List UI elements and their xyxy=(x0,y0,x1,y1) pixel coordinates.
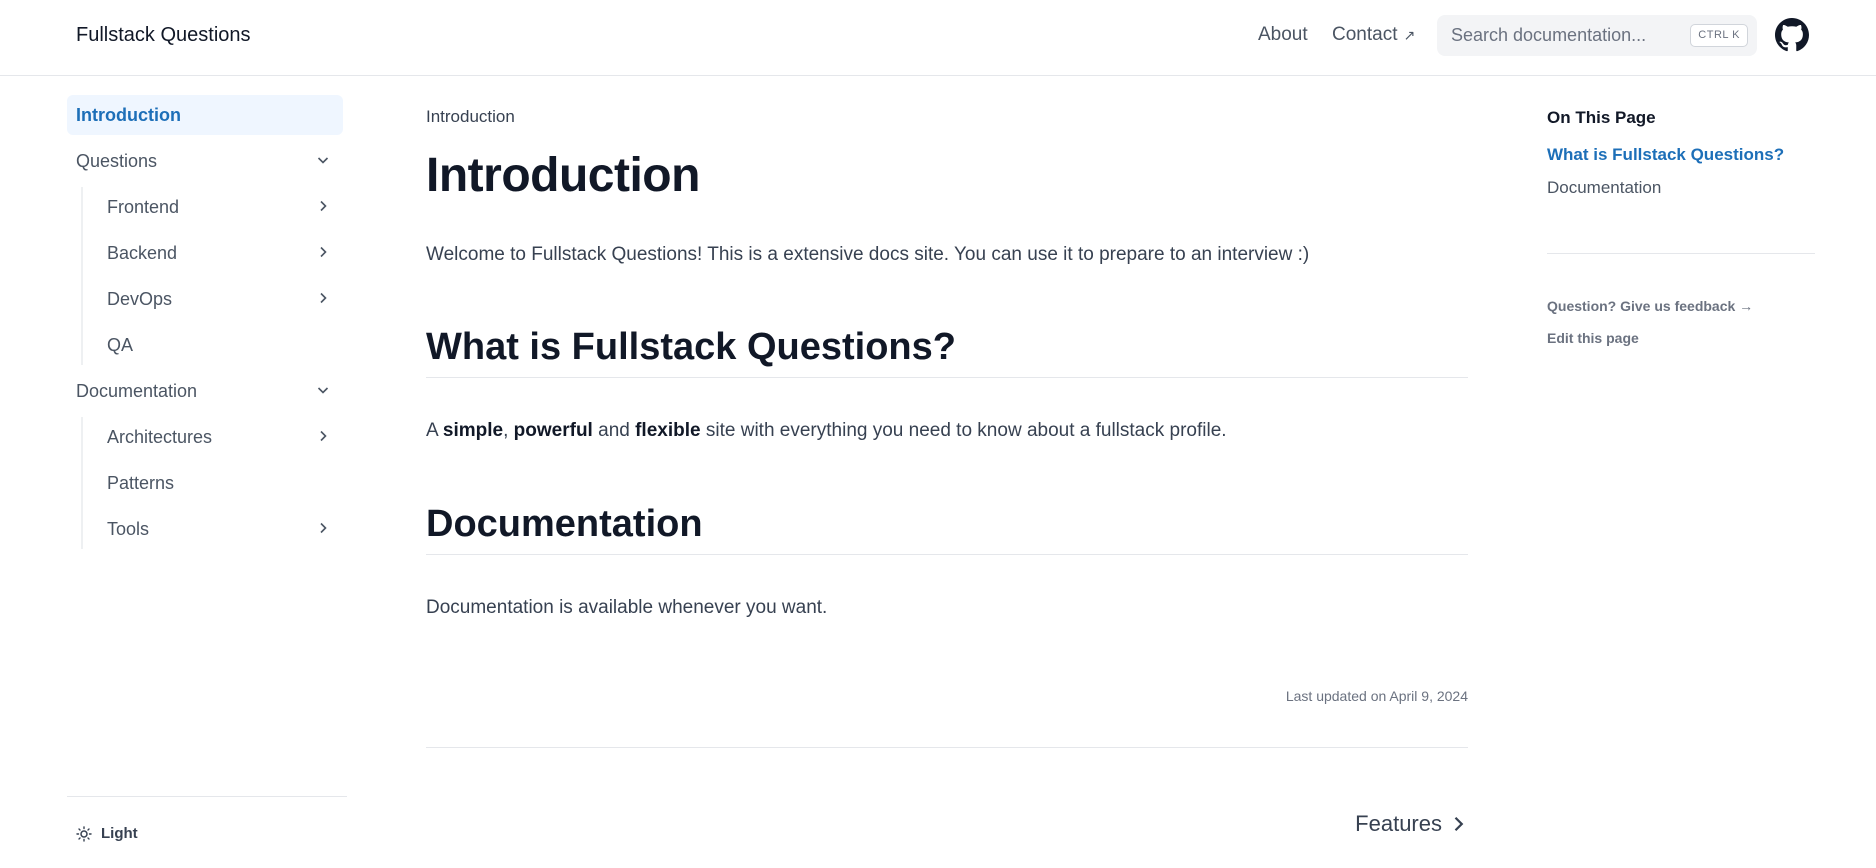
table-of-contents: On This Page What is Fullstack Questions… xyxy=(1547,108,1815,346)
sidebar-item-introduction[interactable]: Introduction xyxy=(67,95,343,135)
section-heading-what-is: What is Fullstack Questions? xyxy=(426,326,1468,378)
search-shortcut-badge: CTRL K xyxy=(1690,24,1748,47)
github-icon[interactable] xyxy=(1775,18,1809,52)
section-heading-documentation: Documentation xyxy=(426,503,1468,555)
theme-toggle-label: Light xyxy=(101,825,138,842)
sidebar-item-devops[interactable]: DevOps xyxy=(83,279,343,319)
text-run: , xyxy=(503,420,514,441)
edit-page-link[interactable]: Edit this page xyxy=(1547,330,1639,346)
sidebar-item-patterns[interactable]: Patterns xyxy=(83,463,343,503)
sidebar-subgroup-documentation: Architectures Patterns Tools xyxy=(81,417,343,549)
section-paragraph-what-is: A simple, powerful and flexible site wit… xyxy=(426,420,1227,442)
chevron-down-icon xyxy=(317,387,329,394)
sidebar-item-architectures[interactable]: Architectures xyxy=(83,417,343,457)
text-run: A xyxy=(426,420,443,441)
toc-divider xyxy=(1547,253,1815,254)
site-logo-link[interactable]: Fullstack Questions xyxy=(76,24,251,47)
sidebar-item-backend[interactable]: Backend xyxy=(83,233,343,273)
sidebar-item-label: DevOps xyxy=(107,289,173,309)
chevron-right-icon xyxy=(320,246,327,258)
section-paragraph-documentation: Documentation is available whenever you … xyxy=(426,597,828,618)
chevron-right-icon xyxy=(320,430,327,442)
sidebar-item-label: Backend xyxy=(107,243,178,263)
github-icon-glyph xyxy=(1775,18,1809,52)
toc-title: On This Page xyxy=(1547,108,1656,127)
sidebar-item-documentation[interactable]: Documentation xyxy=(67,371,343,411)
next-page-link[interactable]: Features xyxy=(1355,811,1468,837)
sidebar-item-label: Architectures xyxy=(107,427,213,447)
page-title: Introduction xyxy=(426,149,700,202)
theme-toggle[interactable]: Light xyxy=(76,825,138,842)
content-divider xyxy=(426,747,1468,748)
intro-paragraph: Welcome to Fullstack Questions! This is … xyxy=(426,244,1310,265)
toc-link-documentation[interactable]: Documentation xyxy=(1547,178,1815,198)
top-navbar: Fullstack Questions About Contact ↗ CTRL … xyxy=(0,0,1876,76)
external-link-icon: ↗ xyxy=(1403,27,1416,43)
bold-text-flexible: flexible xyxy=(635,420,701,441)
sidebar-item-label: Patterns xyxy=(107,473,175,493)
text-run: and xyxy=(592,420,636,441)
chevron-right-icon xyxy=(1454,816,1464,832)
sidebar-item-tools[interactable]: Tools xyxy=(83,509,343,549)
bold-text-powerful: powerful xyxy=(513,420,593,441)
feedback-link[interactable]: Question? Give us feedback → xyxy=(1547,298,1753,314)
sidebar-item-label: Frontend xyxy=(107,197,180,217)
bold-text-simple: simple xyxy=(442,420,504,441)
nav-link-about[interactable]: About xyxy=(1258,24,1308,46)
next-page-label: Features xyxy=(1355,811,1442,836)
breadcrumb: Introduction xyxy=(426,107,515,126)
sidebar-item-label: Introduction xyxy=(76,105,181,125)
sidebar-subgroup-questions: Frontend Backend DevOps QA xyxy=(81,187,343,365)
last-updated-text: Last updated on April 9, 2024 xyxy=(1285,688,1468,704)
toc-link-what-is[interactable]: What is Fullstack Questions? xyxy=(1547,145,1815,165)
nav-link-contact[interactable]: Contact ↗ xyxy=(1332,24,1415,46)
sidebar-item-qa[interactable]: QA xyxy=(83,325,343,365)
sidebar-item-frontend[interactable]: Frontend xyxy=(83,187,343,227)
search-box[interactable]: CTRL K xyxy=(1437,15,1757,56)
chevron-down-icon xyxy=(317,157,329,164)
search-input[interactable] xyxy=(1451,15,1681,56)
sidebar-item-label: Questions xyxy=(76,151,158,171)
sidebar-item-label: Tools xyxy=(107,519,150,539)
sidebar: Introduction Questions Frontend Backend … xyxy=(67,95,343,555)
sidebar-item-label: QA xyxy=(107,335,134,355)
sidebar-item-label: Documentation xyxy=(76,381,198,401)
chevron-right-icon xyxy=(320,522,327,534)
sun-icon xyxy=(76,826,92,842)
chevron-right-icon xyxy=(320,292,327,304)
text-run: site with everything you need to know ab… xyxy=(700,420,1227,441)
sidebar-item-questions[interactable]: Questions xyxy=(67,141,343,181)
nav-link-contact-label: Contact xyxy=(1332,24,1398,45)
sidebar-footer: Light xyxy=(67,796,347,842)
chevron-right-icon xyxy=(320,200,327,212)
